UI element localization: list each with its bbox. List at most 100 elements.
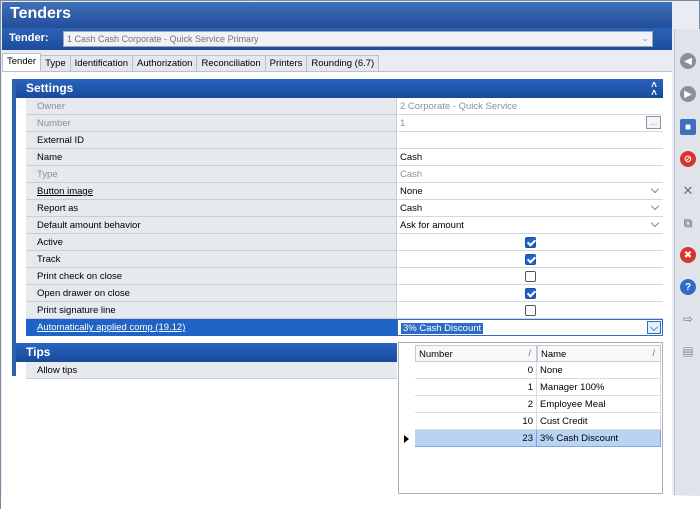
- list-item[interactable]: 10 Cust Credit: [415, 413, 661, 430]
- tender-label: Tender:: [9, 32, 49, 44]
- settings-header-label: Settings: [26, 81, 74, 95]
- button-image-label[interactable]: Button image: [26, 183, 397, 200]
- forward-icon[interactable]: ▶: [680, 86, 696, 102]
- item-name: None: [537, 362, 661, 379]
- section-accent-bar: [12, 79, 16, 376]
- list-item[interactable]: 2 Employee Meal: [415, 396, 661, 413]
- chevron-down-icon: [651, 219, 659, 227]
- close-x-icon[interactable]: ✕: [680, 183, 696, 199]
- active-label: Active: [26, 234, 397, 251]
- row-allow-tips: Allow tips: [26, 362, 397, 379]
- tab-tender[interactable]: Tender: [2, 53, 42, 71]
- tab-rounding[interactable]: Rounding (6.7): [306, 55, 380, 71]
- row-owner: Owner 2 Corporate - Quick Service: [26, 98, 663, 115]
- item-number: 23: [415, 430, 537, 447]
- tender-select[interactable]: 1 Cash Cash Corporate - Quick Service Pr…: [63, 31, 653, 47]
- row-external-id: External ID: [26, 132, 663, 149]
- row-active: Active: [26, 234, 663, 251]
- row-print-signature: Print signature line: [26, 302, 663, 319]
- name-field[interactable]: Cash: [397, 149, 663, 166]
- list-item[interactable]: 1 Manager 100%: [415, 379, 661, 396]
- row-print-check: Print check on close: [26, 268, 663, 285]
- button-image-select[interactable]: None: [397, 183, 663, 200]
- item-name: Employee Meal: [537, 396, 661, 413]
- tab-printers[interactable]: Printers: [264, 55, 308, 71]
- row-open-drawer: Open drawer on close: [26, 285, 663, 302]
- report-as-select[interactable]: Cash: [397, 200, 663, 217]
- name-label: Name: [26, 149, 397, 166]
- column-header-number[interactable]: Number /: [415, 345, 537, 362]
- row-report-as: Report as Cash: [26, 200, 663, 217]
- save-icon[interactable]: ■: [680, 119, 696, 135]
- item-number: 0: [415, 362, 537, 379]
- print-check-cell: [397, 268, 663, 285]
- default-amount-value: Ask for amount: [400, 220, 464, 231]
- row-default-amount: Default amount behavior Ask for amount: [26, 217, 663, 234]
- copy-icon[interactable]: ⧉: [680, 215, 696, 231]
- auto-comp-label[interactable]: Automatically applied comp (19.12): [26, 319, 397, 336]
- number-value: 1 ...: [397, 115, 663, 132]
- track-checkbox[interactable]: [525, 254, 536, 265]
- tenders-window: Tenders Tender: 1 Cash Cash Corporate - …: [0, 0, 700, 510]
- type-label: Type: [26, 166, 397, 183]
- auto-comp-select[interactable]: 3% Cash Discount: [397, 319, 663, 336]
- window-title: Tenders: [2, 2, 672, 28]
- delete-icon[interactable]: ✖: [680, 247, 696, 263]
- tips-header[interactable]: Tips: [16, 343, 397, 362]
- track-cell: [397, 251, 663, 268]
- no-entry-icon[interactable]: ⊘: [680, 151, 696, 167]
- track-label: Track: [26, 251, 397, 268]
- owner-label: Owner: [26, 98, 397, 115]
- tab-bar: Tender Type Identification Authorization…: [2, 53, 672, 71]
- print-check-checkbox[interactable]: [525, 271, 536, 282]
- number-value-text: 1: [400, 118, 406, 129]
- auto-comp-dropdown-button[interactable]: [647, 321, 661, 334]
- tab-authorization[interactable]: Authorization: [132, 55, 198, 71]
- comp-dropdown-list: Number / Name / 0 None 1 Manager 100% 2 …: [398, 342, 663, 494]
- open-drawer-label: Open drawer on close: [26, 285, 397, 302]
- tab-identification[interactable]: Identification: [69, 55, 134, 71]
- print-signature-checkbox[interactable]: [525, 305, 536, 316]
- list-item-selected[interactable]: 23 3% Cash Discount: [415, 430, 661, 447]
- column-name-label: Name: [541, 349, 567, 360]
- right-toolbar: ◀ ▶ ■ ⊘ ✕ ⧉ ✖ ? ⇨ ▤: [674, 29, 700, 499]
- ellipsis-button[interactable]: ...: [646, 116, 661, 129]
- settings-header[interactable]: Settings ˄ ˄: [16, 79, 663, 99]
- tender-bar: Tender: 1 Cash Cash Corporate - Quick Se…: [2, 28, 672, 50]
- report-as-label: Report as: [26, 200, 397, 217]
- tab-type[interactable]: Type: [40, 55, 71, 71]
- default-amount-select[interactable]: Ask for amount: [397, 217, 663, 234]
- tab-reconciliation[interactable]: Reconciliation: [196, 55, 266, 71]
- item-number: 1: [415, 379, 537, 396]
- list-item[interactable]: 0 None: [415, 362, 661, 379]
- print-signature-label: Print signature line: [26, 302, 397, 319]
- item-name: 3% Cash Discount: [537, 430, 661, 447]
- row-type: Type Cash: [26, 166, 663, 183]
- row-button-image: Button image None: [26, 183, 663, 200]
- item-name: Cust Credit: [537, 413, 661, 430]
- open-drawer-cell: [397, 285, 663, 302]
- help-icon[interactable]: ?: [680, 279, 696, 295]
- export-icon[interactable]: ⇨: [680, 311, 696, 327]
- collapse-up-icon[interactable]: ˄ ˄: [651, 81, 657, 99]
- chevron-down-icon: [651, 185, 659, 193]
- row-track: Track: [26, 251, 663, 268]
- open-drawer-checkbox[interactable]: [525, 288, 536, 299]
- row-name: Name Cash: [26, 149, 663, 166]
- print-check-label: Print check on close: [26, 268, 397, 285]
- active-checkbox[interactable]: [525, 237, 536, 248]
- column-header-name[interactable]: Name /: [537, 345, 661, 362]
- report-icon[interactable]: ▤: [680, 343, 696, 359]
- type-value: Cash: [397, 166, 663, 183]
- chevron-down-icon: [650, 323, 658, 331]
- allow-tips-label: Allow tips: [37, 365, 78, 376]
- row-number: Number 1 ...: [26, 115, 663, 132]
- sort-icon: /: [528, 348, 531, 358]
- external-id-field[interactable]: [397, 132, 663, 149]
- sort-icon: /: [652, 348, 655, 358]
- chevron-down-icon: [651, 202, 659, 210]
- external-id-label: External ID: [26, 132, 397, 149]
- row-auto-comp: Automatically applied comp (19.12) 3% Ca…: [26, 319, 663, 336]
- back-icon[interactable]: ◀: [680, 53, 696, 69]
- auto-comp-value: 3% Cash Discount: [401, 323, 484, 334]
